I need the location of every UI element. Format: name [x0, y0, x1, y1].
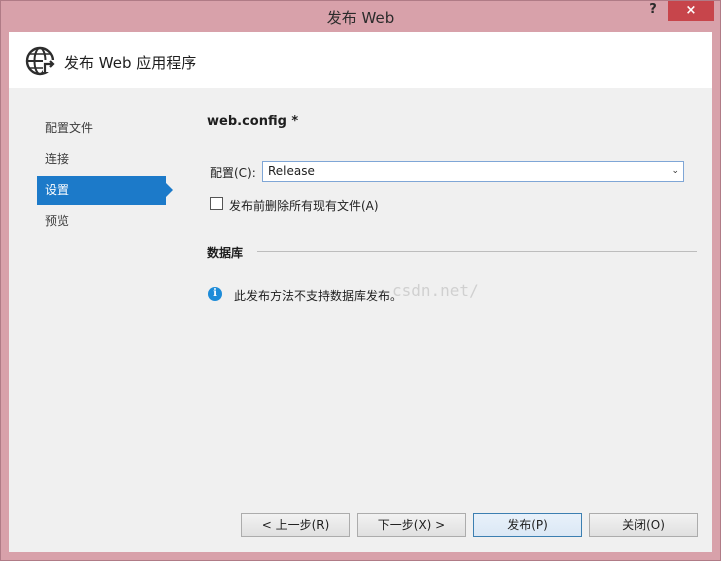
window-title: 发布 Web: [326, 9, 395, 27]
dialog-client-area: 发布 Web 应用程序 配置文件 连接 设置 预览 web.config * 配…: [9, 32, 712, 552]
configuration-dropdown[interactable]: Release ⌄: [262, 161, 684, 182]
watermark: csdn.net/: [392, 281, 479, 300]
dialog-heading: 发布 Web 应用程序: [64, 54, 197, 72]
section-divider: [257, 251, 697, 252]
next-button[interactable]: 下一步(X) >: [357, 513, 466, 537]
delete-existing-files-label[interactable]: 发布前删除所有现有文件(A): [229, 197, 379, 214]
configuration-value: Release: [268, 164, 315, 178]
dialog-header: 发布 Web 应用程序: [9, 32, 712, 88]
nav-item-profile[interactable]: 配置文件: [37, 114, 165, 143]
section-title: web.config *: [207, 114, 299, 129]
nav-item-connection[interactable]: 连接: [37, 145, 165, 174]
delete-existing-files-checkbox[interactable]: [210, 197, 223, 210]
nav-item-preview[interactable]: 预览: [37, 207, 165, 236]
nav-item-settings[interactable]: 设置: [37, 176, 173, 205]
title-bar[interactable]: 发布 Web ? ×: [1, 1, 720, 32]
wizard-nav: 配置文件 连接 设置 预览: [37, 114, 177, 238]
info-icon: i: [208, 287, 222, 301]
database-info-text: 此发布方法不支持数据库发布。: [234, 289, 403, 303]
close-window-button[interactable]: ×: [668, 1, 714, 21]
globe-publish-icon: [25, 46, 55, 76]
help-button[interactable]: ?: [646, 2, 660, 20]
chevron-down-icon[interactable]: ⌄: [671, 162, 679, 181]
publish-web-dialog: 发布 Web ? × 发布 Web 应用程序 配置文件 连接 设置 预览 web…: [0, 0, 721, 561]
close-button[interactable]: 关闭(O): [589, 513, 698, 537]
database-section-title: 数据库: [207, 246, 244, 260]
configuration-label: 配置(C):: [210, 166, 256, 180]
previous-button[interactable]: < 上一步(R): [241, 513, 350, 537]
publish-button[interactable]: 发布(P): [473, 513, 582, 537]
